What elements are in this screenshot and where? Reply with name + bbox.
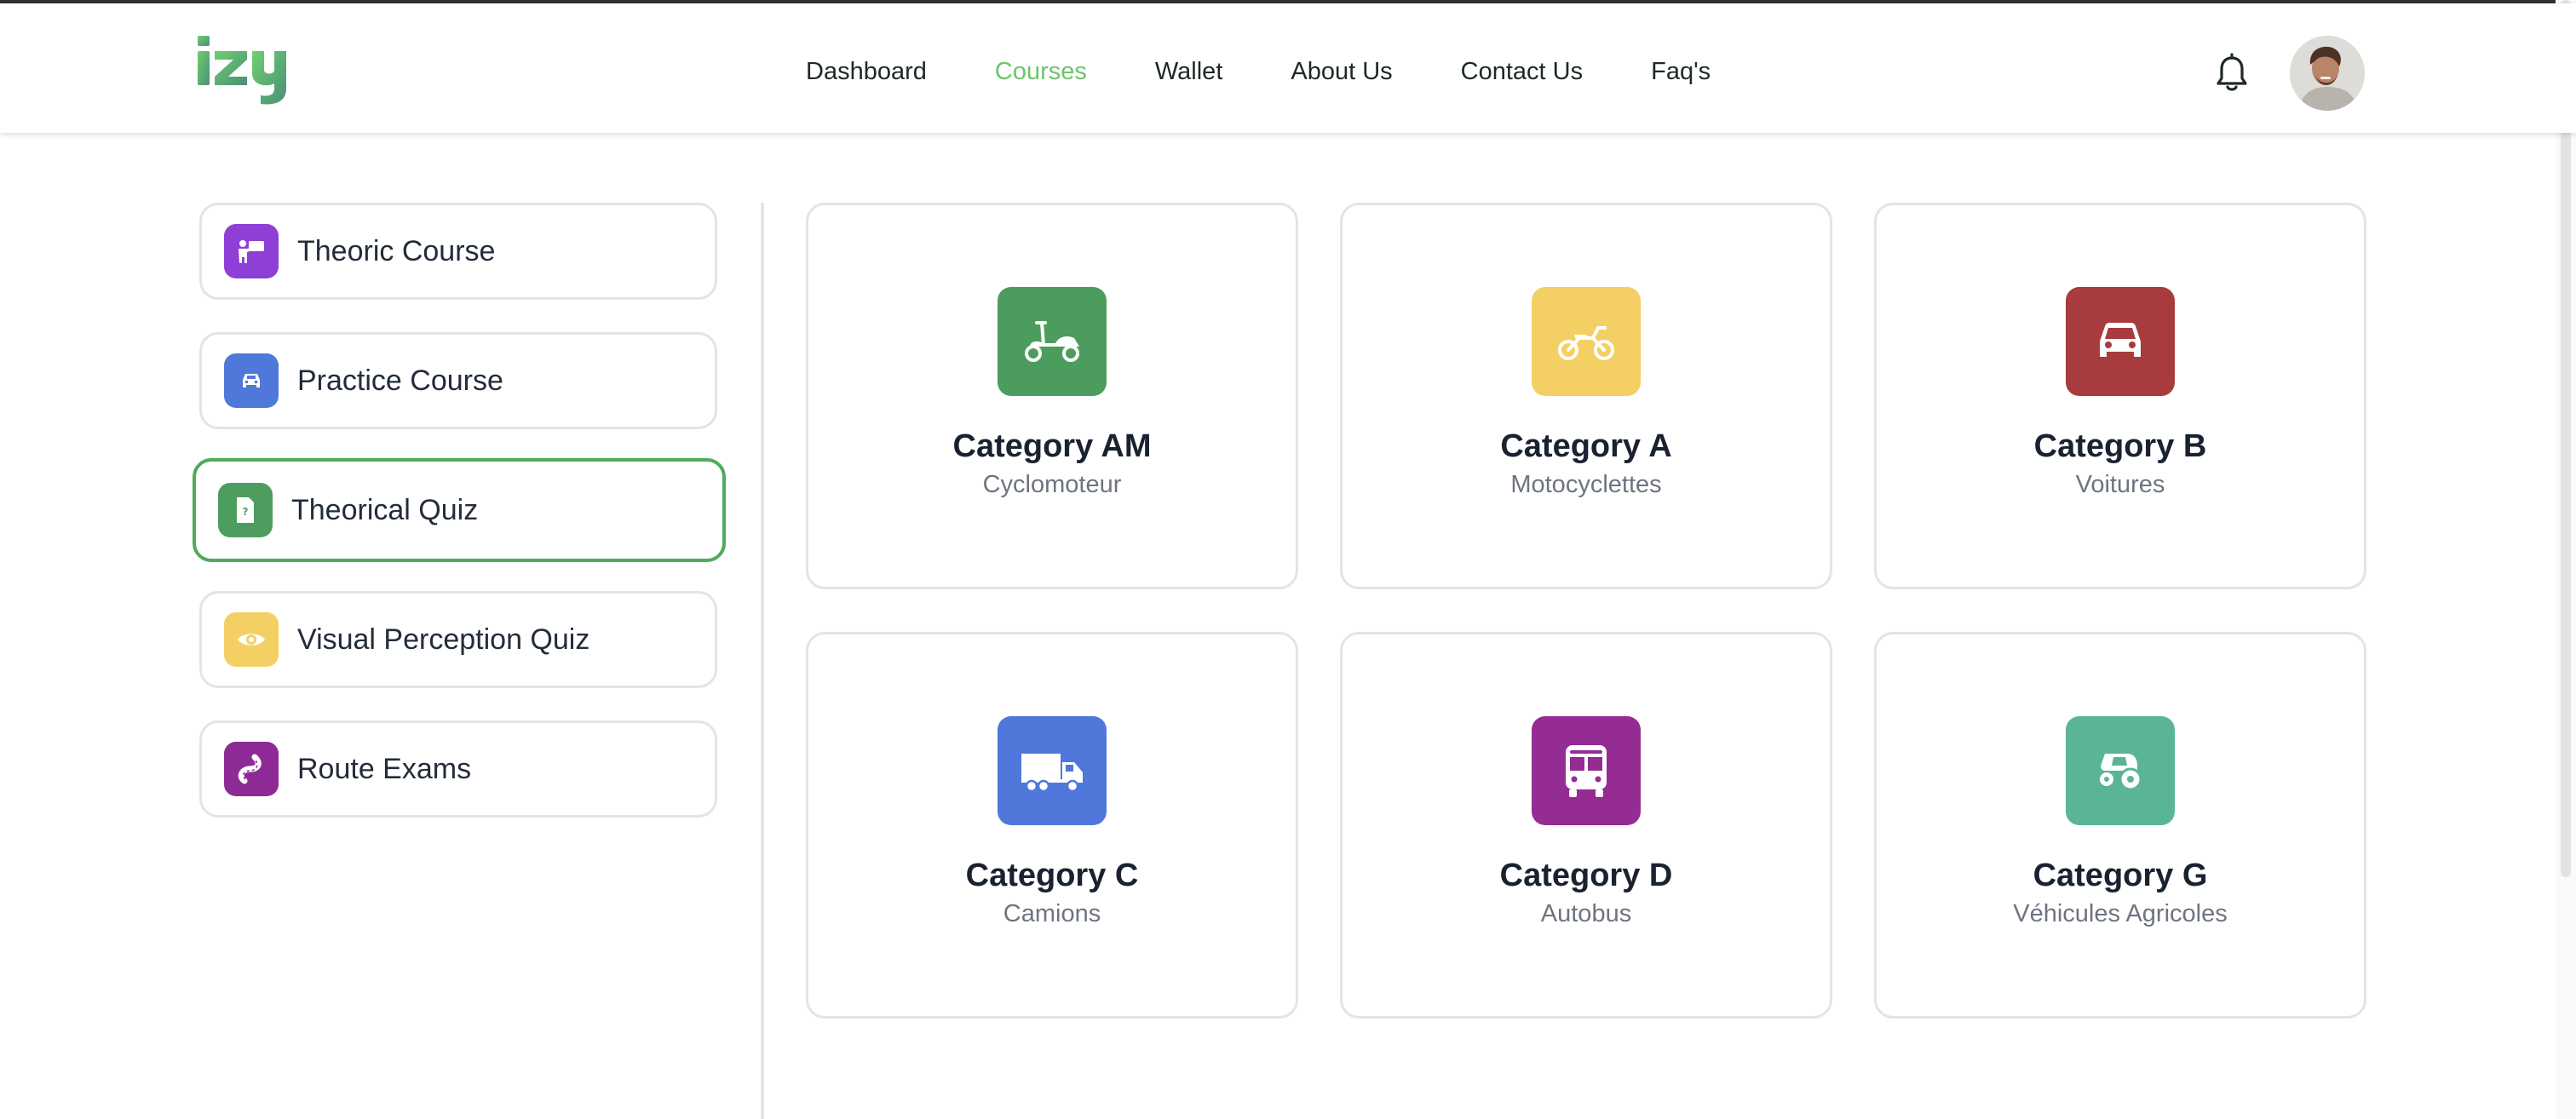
izy-logo[interactable] [198,34,303,106]
bell-icon[interactable] [2213,53,2251,94]
truck-icon [998,716,1107,825]
sidebar-item-route-exams[interactable]: Route Exams [199,720,717,818]
eye-icon [224,612,279,667]
category-card-d[interactable]: Category D Autobus [1340,632,1832,1019]
nav-contact-us[interactable]: Contact Us [1461,58,1583,86]
sidebar-item-practice-course[interactable]: Practice Course [199,332,717,429]
svg-text:?: ? [243,506,249,518]
category-card-am[interactable]: Category AM Cyclomoteur [806,203,1298,589]
sidebar-item-label: Theoric Course [297,234,496,267]
category-subtitle: Véhicules Agricoles [2013,900,2228,927]
sidebar-item-label: Practice Course [297,364,503,397]
teacher-board-icon [224,224,279,278]
main-nav: Dashboard Courses Wallet About Us Contac… [806,51,1711,92]
nav-about-us[interactable]: About Us [1291,58,1392,86]
road-icon [224,742,279,796]
sidebar-item-visual-perception-quiz[interactable]: Visual Perception Quiz [199,591,717,688]
vertical-divider [761,203,764,1119]
category-title: Category D [1499,858,1673,893]
category-card-a[interactable]: Category A Motocyclettes [1340,203,1832,589]
motorcycle-icon [1532,287,1641,396]
tractor-icon [2066,716,2175,825]
scooter-icon [998,287,1107,396]
user-avatar[interactable] [2290,36,2365,111]
car-icon [2066,287,2175,396]
category-subtitle: Cyclomoteur [982,471,1122,498]
nav-faqs[interactable]: Faq's [1651,58,1711,86]
sidebar-item-label: Route Exams [297,752,472,785]
category-title: Category G [2033,858,2208,893]
sidebar-item-theorical-quiz[interactable]: ? Theorical Quiz [193,458,726,562]
category-title: Category A [1500,428,1672,464]
category-card-b[interactable]: Category B Voitures [1874,203,2366,589]
sidebar-item-label: Theorical Quiz [291,493,479,526]
category-subtitle: Voitures [2075,471,2165,498]
category-subtitle: Autobus [1540,900,1632,927]
category-card-c[interactable]: Category C Camions [806,632,1298,1019]
category-title: Category C [965,858,1139,893]
category-subtitle: Motocyclettes [1510,471,1662,498]
sidebar-item-theoric-course[interactable]: Theoric Course [199,203,717,300]
sidebar-item-label: Visual Perception Quiz [297,623,590,656]
top-header: Dashboard Courses Wallet About Us Contac… [0,3,2576,133]
category-title: Category AM [952,428,1152,464]
category-subtitle: Camions [1003,900,1101,927]
nav-wallet[interactable]: Wallet [1155,58,1223,86]
category-title: Category B [2033,428,2207,464]
bus-icon [1532,716,1641,825]
nav-courses[interactable]: Courses [995,58,1087,86]
quiz-document-icon: ? [218,483,273,537]
nav-dashboard[interactable]: Dashboard [806,58,927,86]
car-icon [224,353,279,408]
category-card-g[interactable]: Category G Véhicules Agricoles [1874,632,2366,1019]
